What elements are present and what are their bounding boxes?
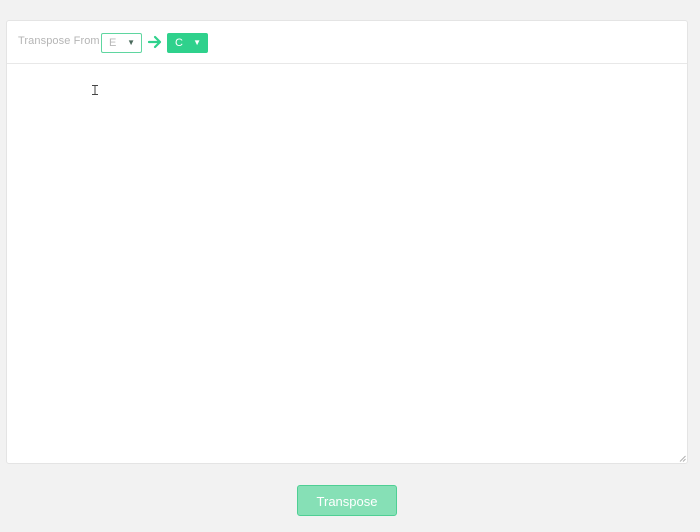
chord-text-editor[interactable] xyxy=(7,64,687,463)
transpose-panel: Transpose From E ▼ C ▼ xyxy=(6,20,688,464)
chevron-down-icon: ▼ xyxy=(193,38,201,47)
to-key-value: C xyxy=(175,37,183,49)
from-key-value: E xyxy=(109,37,117,49)
transpose-button[interactable]: Transpose xyxy=(297,485,397,516)
from-key-select[interactable]: E ▼ xyxy=(101,33,142,53)
to-key-select[interactable]: C ▼ xyxy=(167,33,208,53)
text-cursor-icon xyxy=(92,85,98,95)
transpose-from-label: Transpose From xyxy=(18,35,100,47)
chevron-down-icon: ▼ xyxy=(127,38,135,47)
arrow-right-icon xyxy=(147,35,162,49)
resize-grip-icon[interactable] xyxy=(679,455,686,462)
transpose-toolbar: Transpose From E ▼ C ▼ xyxy=(7,21,687,64)
